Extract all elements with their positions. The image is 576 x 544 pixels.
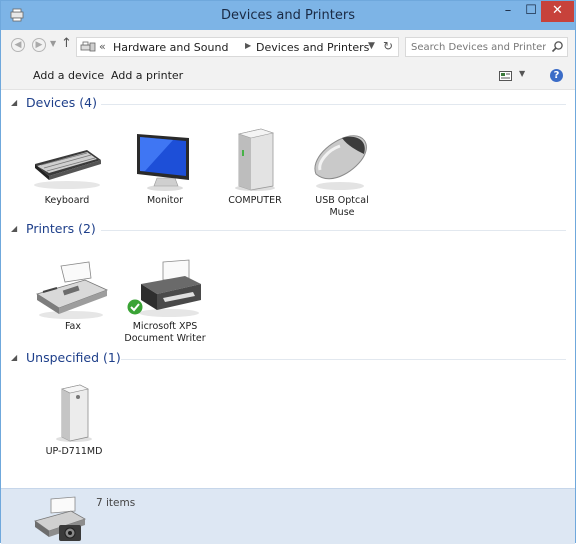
minimize-button[interactable]: – (495, 1, 521, 22)
add-device-button[interactable]: Add a device (33, 69, 104, 82)
collapse-arrow-icon[interactable]: ◢ (11, 353, 17, 362)
device-icon (56, 384, 92, 442)
view-dropdown-icon[interactable]: ▼ (519, 69, 525, 78)
maximize-button[interactable]: ☐ (521, 1, 541, 22)
printer-label: Fax (64, 321, 82, 332)
search-input[interactable] (411, 39, 546, 55)
printer-item-fax[interactable]: Fax (31, 258, 115, 338)
close-button[interactable]: ✕ (541, 1, 574, 22)
devices-printers-icon (80, 41, 96, 52)
address-box[interactable]: « Hardware and Sound ▶ Devices and Print… (76, 37, 399, 57)
window-title: Devices and Printers (221, 8, 355, 23)
fax-icon (36, 261, 109, 319)
forward-icon[interactable]: ▶ (32, 38, 46, 52)
group-title[interactable]: Devices (4) (26, 95, 97, 110)
help-icon[interactable]: ? (550, 69, 563, 82)
group-divider (121, 359, 566, 360)
details-printer-camera-icon (34, 496, 86, 541)
refresh-icon[interactable]: ↻ (383, 39, 393, 53)
computer-icon (235, 128, 275, 191)
group-header-devices[interactable]: ◢ Devices (4) (11, 95, 566, 113)
group-title[interactable]: Unspecified (1) (26, 350, 121, 365)
mouse-icon (314, 135, 367, 190)
group-header-printers[interactable]: ◢ Printers (2) (11, 221, 566, 239)
monitor-icon (137, 134, 189, 191)
path-prefix[interactable]: « (99, 40, 106, 53)
up-arrow-icon[interactable]: ↑ (61, 36, 72, 51)
device-label: UP-D711MD (45, 446, 103, 457)
search-box[interactable] (405, 37, 568, 57)
breadcrumb-hardware-and-sound[interactable]: Hardware and Sound (113, 41, 228, 54)
title-bar[interactable]: Devices and Printers – ☐ ✕ (1, 1, 575, 30)
details-pane: 7 items (1, 488, 575, 544)
device-item-computer[interactable]: COMPUTER (213, 128, 297, 212)
item-count: 7 items (96, 497, 136, 509)
devices-and-printers-window: Devices and Printers – ☐ ✕ ◀ ▶ ▼ ↑ « Har… (0, 0, 576, 544)
default-check-icon (127, 299, 143, 315)
address-dropdown-icon[interactable]: ▼ (368, 41, 375, 51)
group-title[interactable]: Printers (2) (26, 221, 96, 236)
view-icon[interactable] (499, 71, 512, 81)
device-label: Keyboard (44, 195, 90, 206)
address-bar-row: ◀ ▶ ▼ ↑ « Hardware and Sound ▶ Devices a… (1, 30, 575, 62)
keyboard-icon (34, 150, 101, 189)
device-item-monitor[interactable]: Monitor (123, 128, 207, 212)
group-header-unspecified[interactable]: ◢ Unspecified (1) (11, 350, 566, 368)
breadcrumb-separator-icon[interactable]: ▶ (245, 41, 251, 50)
device-item-keyboard[interactable]: Keyboard (25, 128, 109, 212)
group-divider (101, 104, 566, 105)
command-bar: Add a device Add a printer ▼ ? (1, 62, 575, 90)
device-label: USB Optcal Muse (315, 195, 369, 218)
recent-locations-dropdown-icon[interactable]: ▼ (50, 39, 56, 48)
printer-item-microsoft-xps[interactable]: Microsoft XPS Document Writer (123, 258, 207, 344)
printer-label: Microsoft XPS Document Writer (124, 321, 206, 344)
search-icon[interactable] (551, 40, 564, 53)
device-label: COMPUTER (228, 195, 282, 206)
collapse-arrow-icon[interactable]: ◢ (11, 98, 17, 107)
unspecified-item-up-d711md[interactable]: UP-D711MD (32, 381, 116, 461)
breadcrumb-devices-and-printers[interactable]: Devices and Printers (256, 41, 369, 54)
add-printer-button[interactable]: Add a printer (111, 69, 183, 82)
collapse-arrow-icon[interactable]: ◢ (11, 224, 17, 233)
device-item-usb-mouse[interactable]: USB Optcal Muse (300, 128, 384, 218)
group-divider (101, 230, 566, 231)
device-label: Monitor (146, 195, 184, 206)
back-icon[interactable]: ◀ (11, 38, 25, 52)
